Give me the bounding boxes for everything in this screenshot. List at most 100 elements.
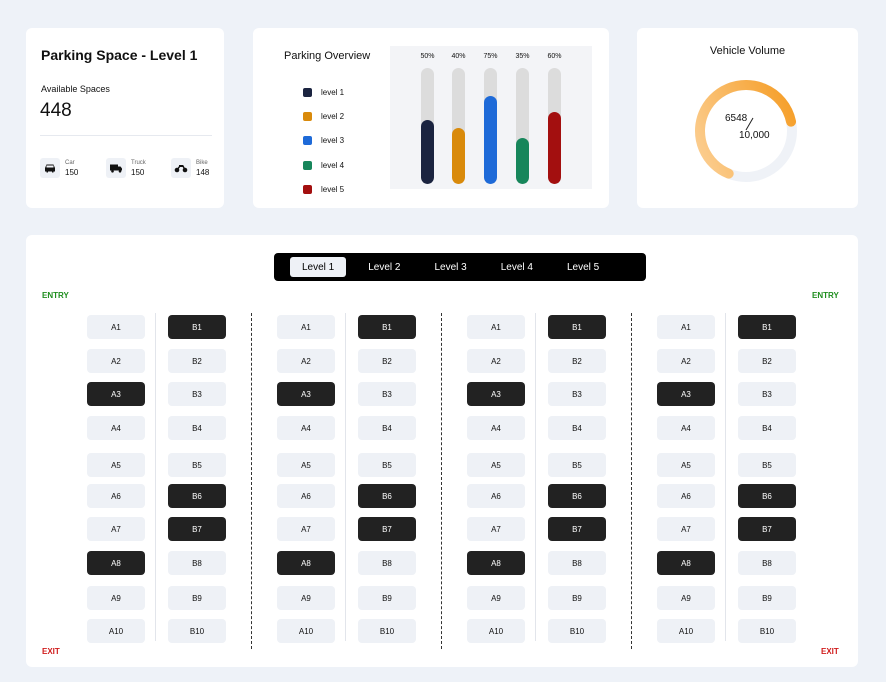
bar-track	[452, 68, 465, 184]
tab-level-2[interactable]: Level 2	[356, 257, 412, 277]
parking-lot-map: Level 1 Level 2 Level 3 Level 4 Level 5 ENTR…	[26, 235, 858, 667]
parking-slot-b3[interactable]: B3	[738, 382, 796, 406]
parking-slot-b1[interactable]: B1	[548, 315, 606, 339]
parking-slot-b2[interactable]: B2	[358, 349, 416, 373]
parking-slot-b2[interactable]: B2	[168, 349, 226, 373]
parking-slot-a10[interactable]: A10	[467, 619, 525, 643]
parking-slot-a1[interactable]: A1	[277, 315, 335, 339]
parking-slot-b7[interactable]: B7	[548, 517, 606, 541]
parking-slot-a10[interactable]: A10	[657, 619, 715, 643]
parking-slot-b6[interactable]: B6	[358, 484, 416, 508]
parking-slot-a9[interactable]: A9	[87, 586, 145, 610]
parking-slot-a5[interactable]: A5	[277, 453, 335, 477]
parking-slot-a2[interactable]: A2	[87, 349, 145, 373]
vehicle-truck: Truck 150	[106, 158, 146, 178]
parking-slot-a2[interactable]: A2	[657, 349, 715, 373]
parking-slot-b5[interactable]: B5	[168, 453, 226, 477]
legend-swatch	[303, 111, 312, 121]
parking-slot-b7[interactable]: B7	[358, 517, 416, 541]
parking-slot-a6[interactable]: A6	[467, 484, 525, 508]
parking-slot-b7[interactable]: B7	[738, 517, 796, 541]
parking-slot-a3[interactable]: A3	[87, 382, 145, 406]
parking-slot-a8[interactable]: A8	[467, 551, 525, 575]
tab-level-3[interactable]: Level 3	[423, 257, 479, 277]
bar-percent-label: 50%	[420, 53, 435, 60]
parking-slot-a5[interactable]: A5	[467, 453, 525, 477]
parking-slot-a6[interactable]: A6	[87, 484, 145, 508]
parking-slot-a1[interactable]: A1	[87, 315, 145, 339]
parking-slot-b10[interactable]: B10	[168, 619, 226, 643]
parking-slot-b1[interactable]: B1	[168, 315, 226, 339]
parking-slot-a7[interactable]: A7	[657, 517, 715, 541]
parking-slot-b1[interactable]: B1	[358, 315, 416, 339]
parking-slot-b10[interactable]: B10	[738, 619, 796, 643]
parking-slot-b5[interactable]: B5	[358, 453, 416, 477]
parking-slot-b4[interactable]: B4	[548, 416, 606, 440]
parking-slot-b2[interactable]: B2	[548, 349, 606, 373]
parking-slot-b5[interactable]: B5	[548, 453, 606, 477]
vehicle-volume-title: Vehicle Volume	[709, 45, 786, 57]
parking-slot-a9[interactable]: A9	[277, 586, 335, 610]
parking-slot-b9[interactable]: B9	[738, 586, 796, 610]
parking-slot-a9[interactable]: A9	[467, 586, 525, 610]
vehicle-bike: Bike 148	[171, 158, 209, 178]
parking-slot-b5[interactable]: B5	[738, 453, 796, 477]
bar-percent-label: 35%	[515, 53, 530, 60]
parking-slot-a4[interactable]: A4	[87, 416, 145, 440]
parking-slot-a5[interactable]: A5	[657, 453, 715, 477]
parking-slot-b8[interactable]: B8	[168, 551, 226, 575]
parking-slot-a3[interactable]: A3	[277, 382, 335, 406]
parking-slot-a4[interactable]: A4	[657, 416, 715, 440]
parking-slot-b9[interactable]: B9	[358, 586, 416, 610]
parking-slot-b3[interactable]: B3	[548, 382, 606, 406]
tab-level-5[interactable]: Level 5	[555, 257, 611, 277]
parking-slot-a8[interactable]: A8	[277, 551, 335, 575]
tab-level-1[interactable]: Level 1	[290, 257, 347, 277]
parking-slot-b10[interactable]: B10	[548, 619, 606, 643]
parking-slot-b2[interactable]: B2	[738, 349, 796, 373]
parking-slot-b3[interactable]: B3	[168, 382, 226, 406]
parking-slot-b9[interactable]: B9	[548, 586, 606, 610]
parking-slot-b10[interactable]: B10	[358, 619, 416, 643]
vehicle-volume-card: Vehicle Volume 6548 10,000	[637, 28, 858, 208]
legend-label: level 2	[321, 111, 345, 121]
parking-slot-b3[interactable]: B3	[358, 382, 416, 406]
vehicle-count: 150	[65, 167, 79, 177]
parking-slot-a8[interactable]: A8	[657, 551, 715, 575]
tab-level-4[interactable]: Level 4	[489, 257, 545, 277]
parking-slot-a2[interactable]: A2	[467, 349, 525, 373]
parking-slot-a9[interactable]: A9	[657, 586, 715, 610]
parking-slot-a1[interactable]: A1	[657, 315, 715, 339]
parking-slot-a7[interactable]: A7	[277, 517, 335, 541]
parking-slot-a6[interactable]: A6	[657, 484, 715, 508]
parking-slot-a3[interactable]: A3	[657, 382, 715, 406]
parking-slot-a10[interactable]: A10	[87, 619, 145, 643]
parking-slot-b8[interactable]: B8	[358, 551, 416, 575]
parking-slot-b4[interactable]: B4	[738, 416, 796, 440]
parking-slot-b1[interactable]: B1	[738, 315, 796, 339]
parking-slot-b6[interactable]: B6	[548, 484, 606, 508]
lane-divider	[155, 313, 156, 641]
parking-slot-b7[interactable]: B7	[168, 517, 226, 541]
parking-slot-b6[interactable]: B6	[168, 484, 226, 508]
parking-slot-a5[interactable]: A5	[87, 453, 145, 477]
divider	[40, 135, 212, 136]
parking-slot-b4[interactable]: B4	[168, 416, 226, 440]
parking-slot-a6[interactable]: A6	[277, 484, 335, 508]
parking-slot-a10[interactable]: A10	[277, 619, 335, 643]
parking-slot-b8[interactable]: B8	[548, 551, 606, 575]
bar-track	[484, 68, 497, 184]
parking-slot-a7[interactable]: A7	[467, 517, 525, 541]
parking-slot-a1[interactable]: A1	[467, 315, 525, 339]
parking-slot-b8[interactable]: B8	[738, 551, 796, 575]
parking-slot-b6[interactable]: B6	[738, 484, 796, 508]
parking-slot-a8[interactable]: A8	[87, 551, 145, 575]
parking-slot-a4[interactable]: A4	[277, 416, 335, 440]
vehicle-label: Car	[65, 159, 75, 166]
parking-slot-a4[interactable]: A4	[467, 416, 525, 440]
parking-slot-b9[interactable]: B9	[168, 586, 226, 610]
parking-slot-b4[interactable]: B4	[358, 416, 416, 440]
parking-slot-a3[interactable]: A3	[467, 382, 525, 406]
parking-slot-a2[interactable]: A2	[277, 349, 335, 373]
parking-slot-a7[interactable]: A7	[87, 517, 145, 541]
